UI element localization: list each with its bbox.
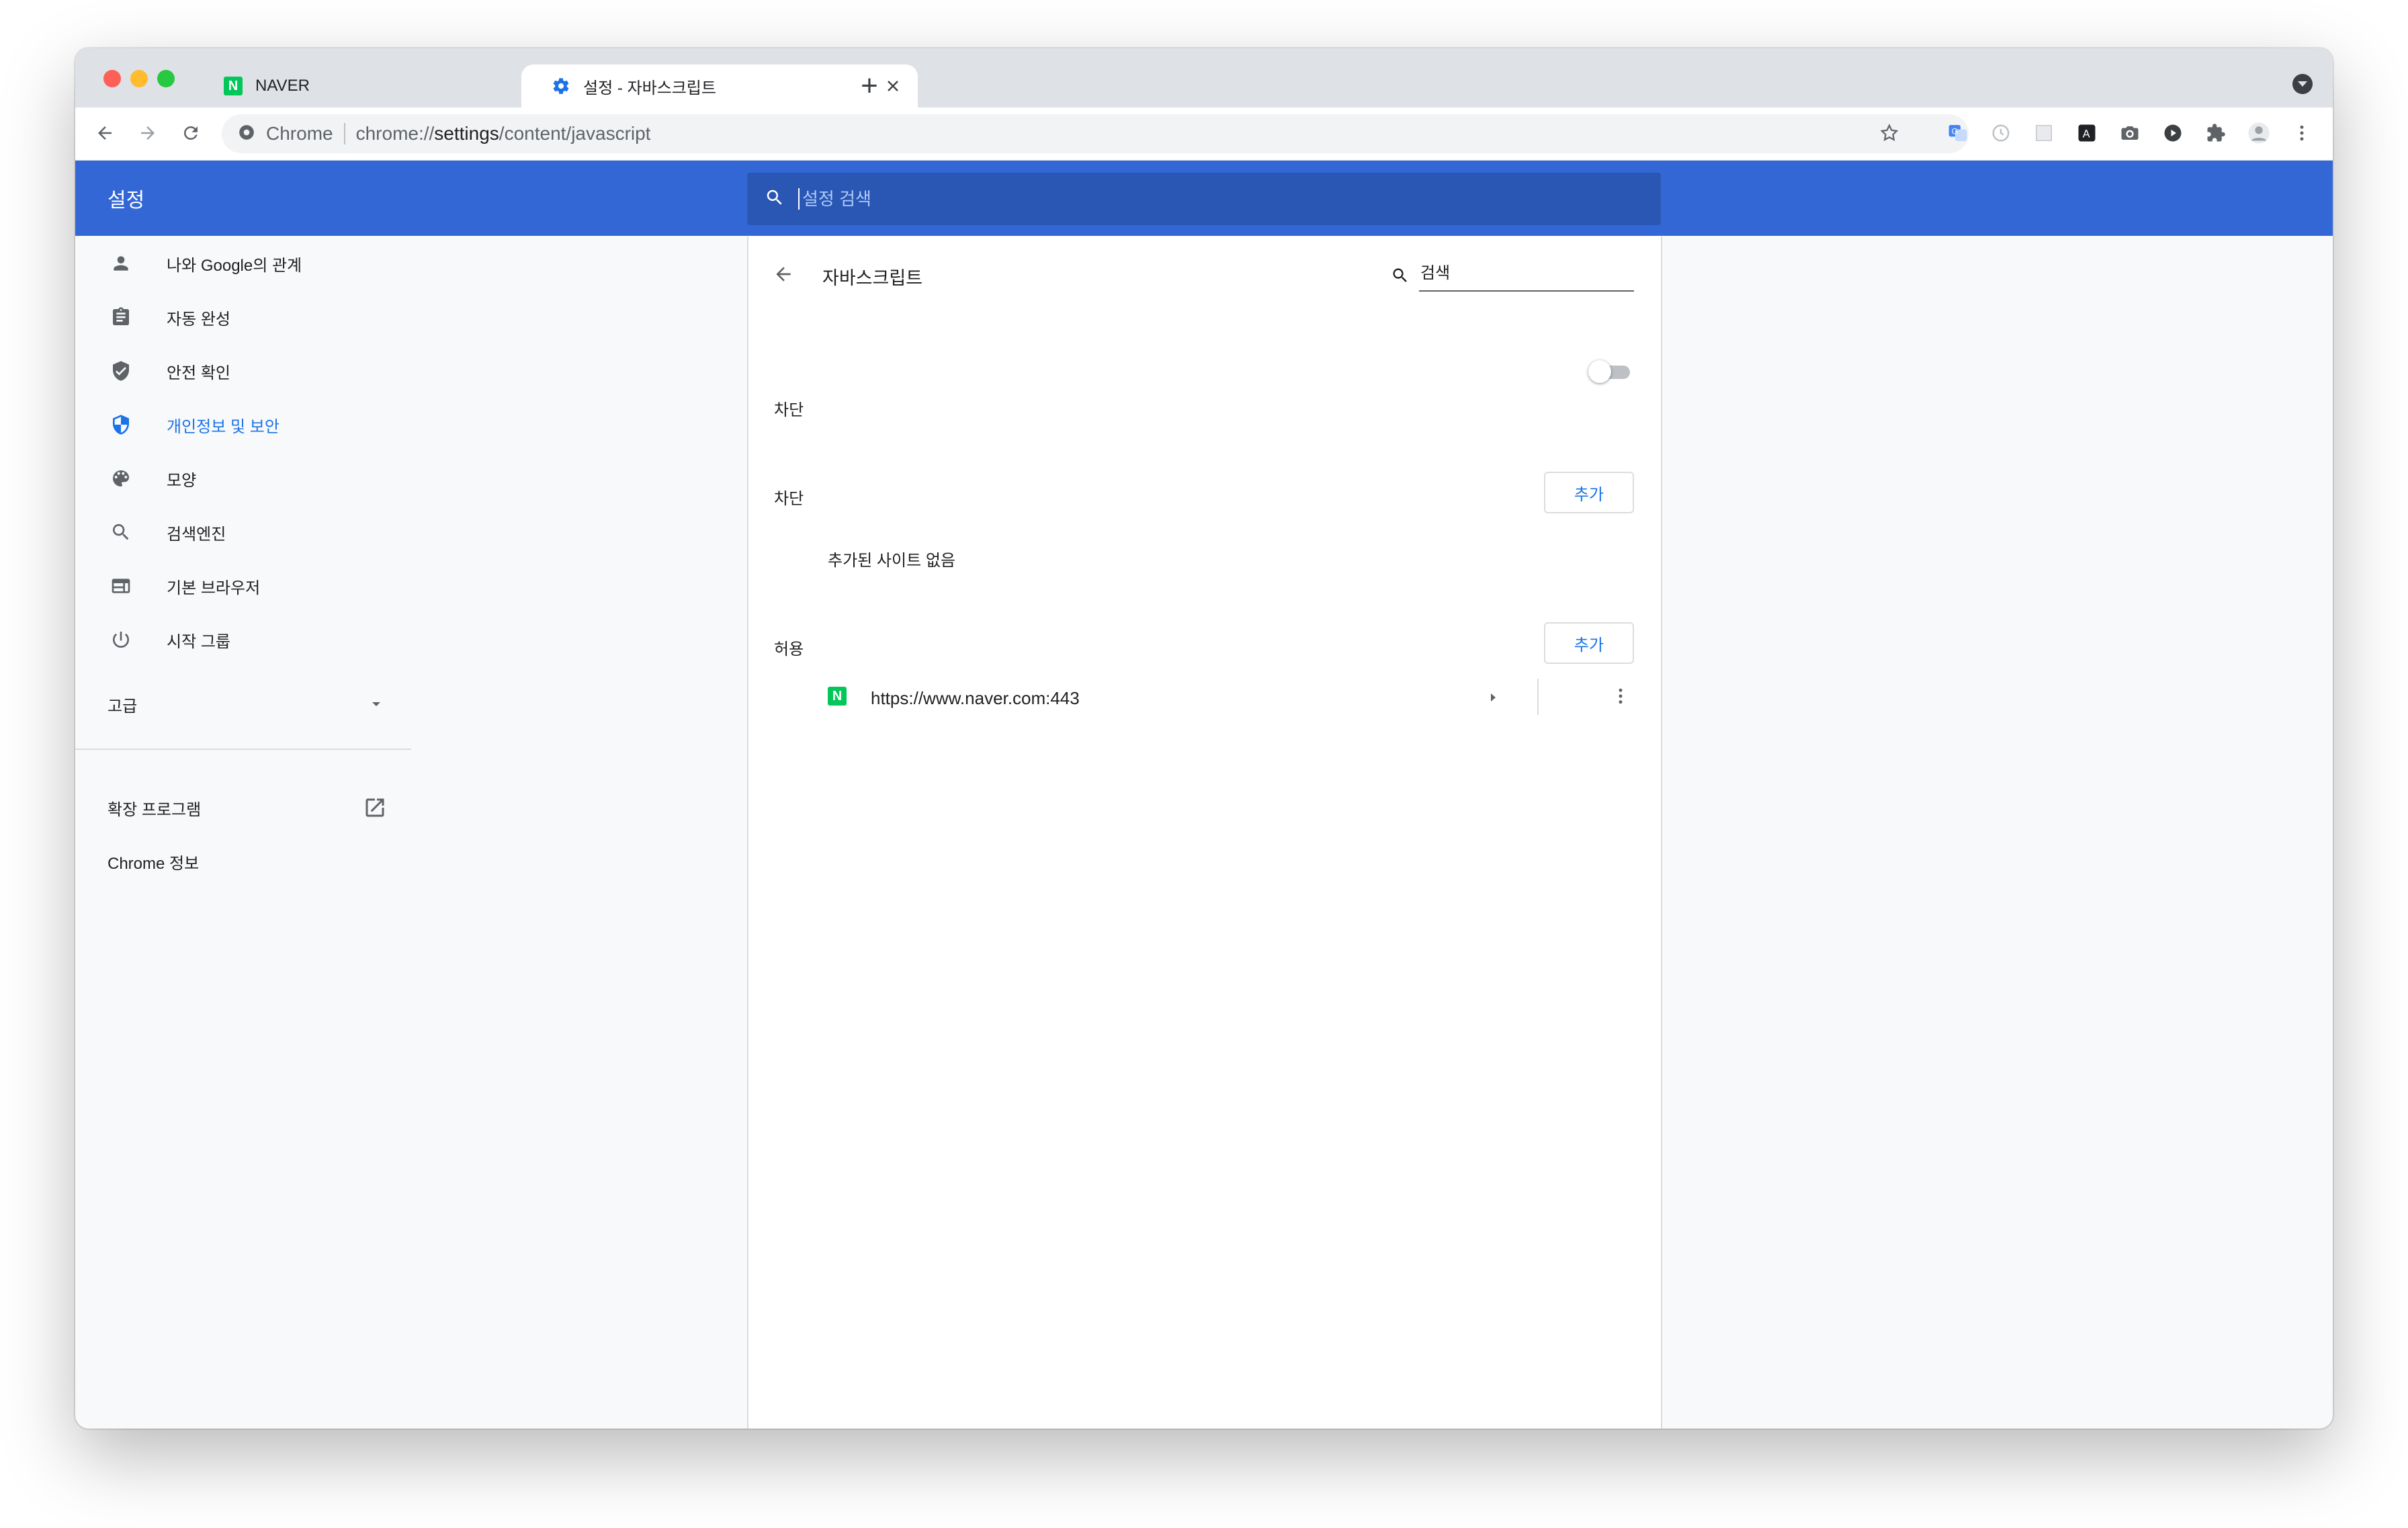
text-caret [798, 188, 800, 210]
sidebar-item-label: 자동 완성 [167, 310, 230, 329]
settings-search-input[interactable] [801, 187, 1610, 210]
tab-title: NAVER [255, 77, 310, 95]
sidebar-item-label: 나와 Google의 관계 [167, 256, 302, 275]
address-bar[interactable]: Chrome chrome://settings/content/javascr… [222, 114, 1969, 153]
clock-extension-icon[interactable] [1989, 121, 2013, 145]
search-icon [765, 187, 785, 211]
allow-section-label: 허용 [774, 640, 804, 659]
shield-icon [106, 410, 136, 439]
minimize-window-button[interactable] [130, 70, 148, 87]
sidebar-item-extensions[interactable]: 확장 프로그램 [75, 781, 411, 835]
sidebar-item-label: 모양 [167, 471, 197, 490]
browser-icon [106, 571, 136, 601]
sidebar-item-autofill[interactable]: 자동 완성 [75, 290, 411, 344]
naver-icon: N [223, 76, 243, 96]
no-sites-message: 추가된 사이트 없음 [828, 552, 955, 570]
svg-text:A: A [2083, 128, 2090, 140]
grid-extension-icon[interactable] [2032, 121, 2056, 145]
subpage-header: 자바스크립트 [748, 237, 1661, 310]
sidebar-item-about-chrome[interactable]: Chrome 정보 [75, 835, 411, 888]
extensions-label: 확장 프로그램 [108, 800, 202, 819]
sidebar-item-on-startup[interactable]: 시작 그룹 [75, 613, 411, 667]
subpage-title: 자바스크립트 [822, 268, 923, 288]
new-tab-button[interactable]: + [856, 71, 883, 101]
tab-search-icon[interactable] [2292, 74, 2313, 94]
add-blocked-site-button[interactable]: 추가 [1544, 472, 1634, 513]
sidebar-item-label: 안전 확인 [167, 364, 230, 382]
sidebar-item-appearance[interactable]: 모양 [75, 452, 411, 505]
sidebar-divider [75, 749, 411, 750]
clipboard-icon [106, 302, 136, 332]
site-url: https://www.naver.com:443 [871, 688, 1080, 708]
javascript-settings-card: 자바스크립트 차단 차단 추가 추가된 사이트 없음 허용 추가 N https… [747, 237, 1662, 1429]
allowed-site-row[interactable]: N https://www.naver.com:443 [828, 675, 1647, 719]
omnibox-separator [343, 123, 345, 144]
extensions-puzzle-icon[interactable] [2204, 121, 2228, 145]
sidebar-item-label: 시작 그룹 [167, 632, 230, 651]
reload-icon[interactable] [177, 120, 204, 146]
person-icon [106, 249, 136, 278]
advanced-label: 고급 [108, 697, 138, 716]
search-underline [1419, 290, 1634, 292]
sidebar-item-label: 기본 브라우저 [167, 579, 261, 597]
page-title: 설정 [108, 189, 145, 212]
camera-extension-icon[interactable] [2118, 121, 2142, 145]
svg-text:G: G [1952, 126, 1958, 136]
palette-icon [106, 464, 136, 493]
block-javascript-toggle[interactable] [1588, 357, 1635, 384]
close-tab-icon[interactable] [883, 76, 903, 96]
settings-search-box[interactable] [747, 173, 1661, 225]
sidebar-item-label: 검색엔진 [167, 525, 226, 544]
open-in-new-icon [363, 796, 387, 823]
browser-toolbar: Chrome chrome://settings/content/javascr… [75, 108, 2333, 161]
sidebar-item-privacy-security[interactable]: 개인정보 및 보안 [75, 398, 411, 452]
naver-icon: N [828, 687, 847, 706]
sidebar-item-default-browser[interactable]: 기본 브라우저 [75, 559, 411, 613]
row-divider [1537, 679, 1539, 715]
sidebar-advanced-toggle[interactable]: 고급 [75, 677, 411, 731]
translate-extension-icon[interactable]: G [1946, 121, 1970, 145]
url-text: chrome://settings/content/javascript [355, 123, 651, 144]
sidebar-item-google-account[interactable]: 나와 Google의 관계 [75, 237, 411, 290]
power-icon [106, 625, 136, 654]
gear-icon [551, 76, 571, 96]
chrome-site-icon [238, 124, 255, 144]
font-extension-icon[interactable]: A [2075, 121, 2099, 145]
sidebar-item-safety-check[interactable]: 안전 확인 [75, 344, 411, 398]
block-toggle-label: 차단 [774, 401, 804, 419]
sidebar-item-label: 개인정보 및 보안 [167, 417, 280, 436]
arrow-right-icon[interactable] [1485, 689, 1501, 706]
tab-strip: N NAVER 설정 - 자바스크립트 + [75, 48, 2333, 108]
browser-window: N NAVER 설정 - 자바스크립트 + Chrome chrome://se… [75, 48, 2333, 1429]
profile-avatar-icon[interactable] [2247, 121, 2271, 145]
subpage-search-input[interactable] [1419, 263, 1630, 284]
search-icon [1391, 266, 1410, 288]
settings-header: 설정 [75, 161, 2333, 236]
forward-icon[interactable] [134, 120, 161, 146]
chevron-down-icon [370, 697, 383, 714]
back-arrow-icon[interactable] [769, 259, 798, 289]
back-icon[interactable] [91, 120, 118, 146]
about-chrome-label: Chrome 정보 [108, 854, 200, 873]
bookmark-star-icon[interactable] [1877, 121, 1901, 145]
play-extension-icon[interactable] [2161, 121, 2185, 145]
block-section-label: 차단 [774, 490, 804, 508]
toggle-knob [1588, 360, 1611, 383]
chrome-menu-icon[interactable] [2290, 121, 2314, 145]
tab-title: 설정 - 자바스크립트 [583, 79, 716, 97]
more-actions-icon[interactable] [1607, 683, 1634, 710]
close-window-button[interactable] [103, 70, 121, 87]
site-label: Chrome [266, 123, 333, 144]
subpage-search[interactable] [1391, 259, 1646, 292]
shield-check-icon [106, 356, 136, 386]
add-allowed-site-button[interactable]: 추가 [1544, 622, 1634, 664]
maximize-window-button[interactable] [157, 70, 175, 87]
search-icon [106, 517, 136, 547]
sidebar-item-search-engine[interactable]: 검색엔진 [75, 505, 411, 559]
